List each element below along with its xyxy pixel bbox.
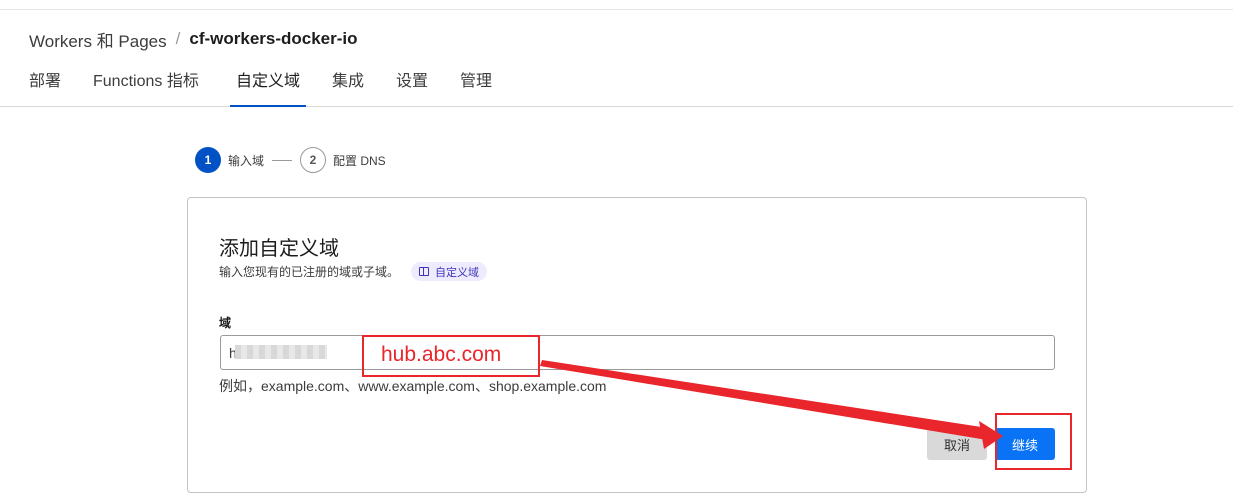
domain-input[interactable] [220, 335, 1055, 370]
tab-manage[interactable]: 管理 [460, 62, 492, 106]
top-divider [0, 9, 1233, 10]
add-custom-domain-card: 添加自定义域 输入您现有的已注册的域或子域。 自定义域 域 例如，example… [187, 197, 1087, 493]
tab-functions-metrics[interactable]: Functions 指标 [93, 62, 199, 106]
domain-field-label: 域 [219, 316, 232, 330]
card-title: 添加自定义域 [219, 238, 339, 260]
card-description-row: 输入您现有的已注册的域或子域。 自定义域 [219, 262, 488, 281]
card-description: 输入您现有的已注册的域或子域。 [219, 265, 400, 279]
redacted-input-text [235, 345, 327, 359]
annotation-text: hub.abc.com [381, 343, 502, 366]
tab-integrations[interactable]: 集成 [332, 62, 364, 106]
tab-deployments[interactable]: 部署 [29, 62, 61, 106]
tab-settings[interactable]: 设置 [396, 62, 428, 106]
step-connector [272, 159, 293, 161]
domain-helper-text: 例如，example.com、www.example.com、shop.exam… [219, 378, 607, 394]
breadcrumb: Workers 和 Pages / cf-workers-docker-io [29, 27, 358, 52]
step-1-label: 输入域 [228, 153, 265, 168]
doc-link-label: 自定义域 [435, 266, 480, 279]
custom-domain-doc-link[interactable]: 自定义域 [411, 262, 488, 281]
breadcrumb-parent-link[interactable]: Workers 和 Pages [29, 27, 167, 52]
cancel-button[interactable]: 取消 [927, 428, 987, 460]
step-1-indicator: 1 [195, 147, 221, 173]
tab-custom-domains[interactable]: 自定义域 [229, 62, 307, 107]
breadcrumb-separator: / [175, 29, 181, 48]
stepper: 1 输入域 2 配置 DNS [195, 147, 386, 173]
breadcrumb-current: cf-workers-docker-io [189, 29, 358, 48]
step-2-indicator: 2 [300, 147, 327, 173]
tab-bar: 部署 Functions 指标 自定义域 集成 设置 管理 [0, 62, 1233, 107]
step-2-label: 配置 DNS [333, 153, 386, 168]
book-icon [419, 267, 430, 276]
annotation-box-continue [995, 413, 1072, 470]
